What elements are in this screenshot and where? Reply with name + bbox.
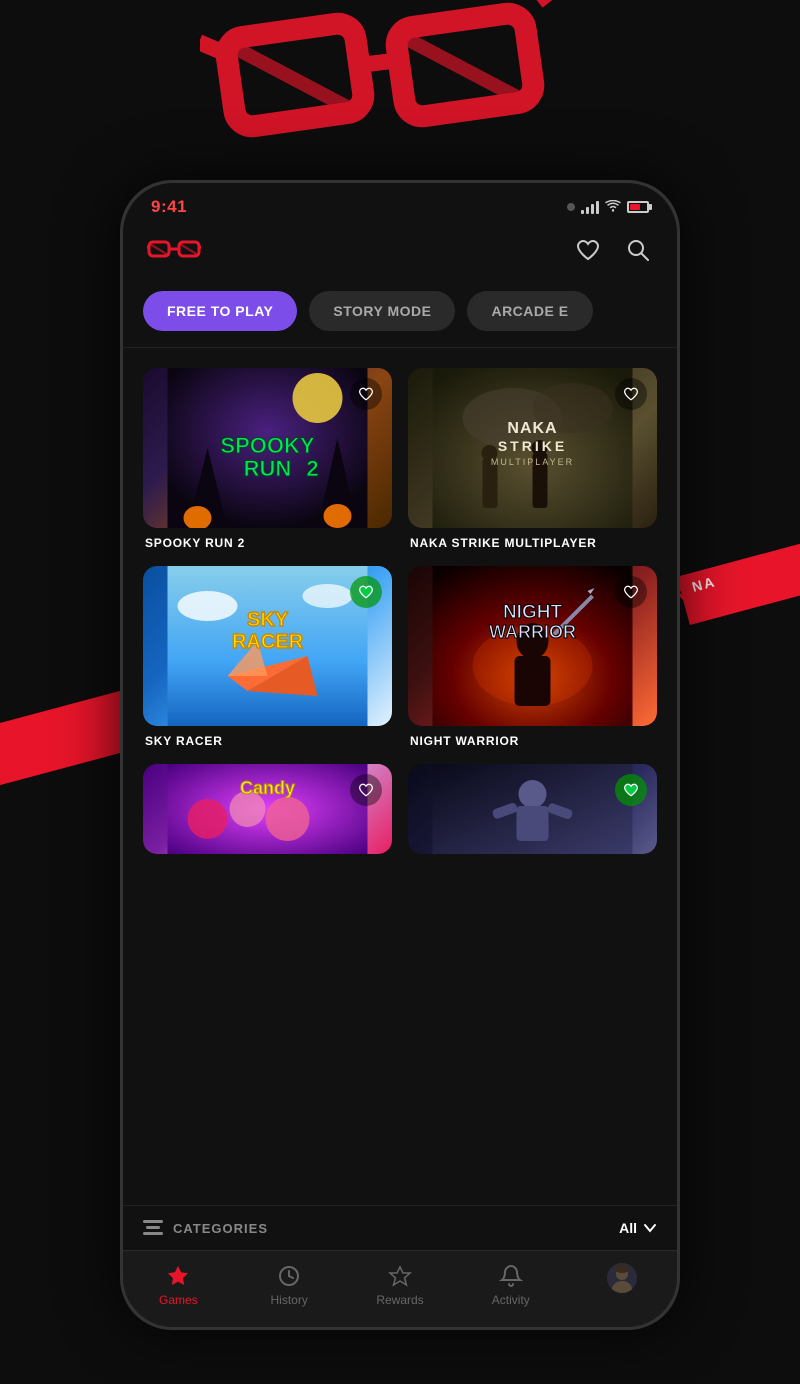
nav-item-profile[interactable]	[566, 1263, 677, 1307]
svg-text:STRIKE: STRIKE	[498, 438, 567, 454]
signal-bar-2	[586, 207, 589, 214]
logo-svg	[147, 236, 201, 264]
wifi-icon	[605, 199, 621, 215]
svg-text:NAKA: NAKA	[507, 420, 557, 437]
game-card-sky-racer[interactable]: SKY RACER SKY RACER	[143, 566, 392, 748]
game-card-candy[interactable]: Candy	[143, 764, 392, 854]
tab-arcade[interactable]: ARCADE E	[467, 291, 592, 331]
categories-label: CATEGORIES	[173, 1221, 268, 1236]
history-label: History	[271, 1293, 308, 1307]
game-thumbnail-spooky: SPOOKY RUN 2	[143, 368, 392, 528]
svg-text:MULTIPLAYER: MULTIPLAYER	[491, 457, 574, 467]
categories-icon	[143, 1220, 163, 1236]
games-row-1: SPOOKY RUN 2 SPOOKY RUN 2	[143, 368, 657, 550]
like-btn-fighter[interactable]	[615, 774, 647, 806]
rewards-icon	[387, 1263, 413, 1289]
categories-left: CATEGORIES	[143, 1220, 268, 1236]
svg-text:WARRIOR: WARRIOR	[489, 622, 576, 642]
like-btn-candy[interactable]	[350, 774, 382, 806]
signal-bar-3	[591, 204, 594, 214]
phone-screen: 9:41	[123, 183, 677, 1327]
like-btn-night[interactable]	[615, 576, 647, 608]
rewards-label: Rewards	[376, 1293, 423, 1307]
games-icon	[165, 1263, 191, 1289]
game-thumbnail-fighter	[408, 764, 657, 854]
chevron-down-icon	[643, 1223, 657, 1233]
bottom-nav: Games History	[123, 1250, 677, 1327]
game-card-naka-strike[interactable]: NAKA STRIKE MULTIPLAYER NAKA STRIKE MULT…	[408, 368, 657, 550]
game-title-sky: SKY RACER	[143, 734, 392, 748]
nav-item-games[interactable]: Games	[123, 1263, 234, 1307]
games-row-2: SKY RACER SKY RACER	[143, 566, 657, 748]
red-stripe-right-decoration: NA	[677, 525, 800, 625]
nav-item-history[interactable]: History	[234, 1263, 345, 1307]
categories-value: All	[619, 1220, 637, 1236]
nav-item-rewards[interactable]: Rewards	[345, 1263, 456, 1307]
status-time: 9:41	[151, 197, 187, 217]
status-bar: 9:41	[123, 183, 677, 225]
tab-free-to-play[interactable]: FREE TO PLAY	[143, 291, 297, 331]
phone-frame: 9:41	[120, 180, 680, 1330]
nav-item-activity[interactable]: Activity	[455, 1263, 566, 1307]
battery-icon	[627, 201, 649, 213]
category-tabs: FREE TO PLAY STORY MODE ARCADE E	[123, 281, 677, 347]
tab-story-mode[interactable]: STORY MODE	[309, 291, 455, 331]
background-wrapper: NAK NA ✳ 9:41	[0, 0, 800, 1384]
like-btn-sky[interactable]	[350, 576, 382, 608]
games-grid: SPOOKY RUN 2 SPOOKY RUN 2	[123, 348, 677, 1205]
signal-bars	[581, 201, 599, 214]
like-btn-naka[interactable]	[615, 378, 647, 410]
svg-text:2: 2	[306, 456, 318, 481]
signal-bar-1	[581, 210, 584, 214]
battery-fill	[630, 204, 640, 210]
game-thumbnail-night: NIGHT WARRIOR	[408, 566, 657, 726]
game-thumbnail-candy: Candy	[143, 764, 392, 854]
game-thumbnail-naka: NAKA STRIKE MULTIPLAYER	[408, 368, 657, 528]
game-title-night: NIGHT WARRIOR	[408, 734, 657, 748]
categories-bar: CATEGORIES All	[123, 1205, 677, 1250]
activity-label: Activity	[492, 1293, 530, 1307]
games-row-3: Candy	[143, 764, 657, 854]
svg-text:NIGHT: NIGHT	[503, 602, 563, 623]
game-card-fighter[interactable]	[408, 764, 657, 854]
svg-text:SKY: SKY	[247, 609, 289, 631]
search-button[interactable]	[623, 235, 653, 265]
game-title-spooky: SPOOKY RUN 2	[143, 536, 392, 550]
stripe-text-right: NA	[690, 573, 718, 595]
svg-text:SPOOKY: SPOOKY	[220, 433, 314, 458]
status-icons	[567, 199, 649, 215]
game-thumbnail-sky: SKY RACER	[143, 566, 392, 726]
wishlist-button[interactable]	[573, 235, 603, 265]
game-card-night-warrior[interactable]: NIGHT WARRIOR NIGHT WARRIOR	[408, 566, 657, 748]
status-dot	[567, 203, 575, 211]
categories-right-section[interactable]: All	[619, 1220, 657, 1236]
profile-avatar	[607, 1263, 637, 1293]
like-btn-spooky[interactable]	[350, 378, 382, 410]
svg-text:RUN: RUN	[244, 456, 292, 481]
app-logo	[147, 236, 201, 264]
header-icons	[573, 235, 653, 265]
svg-text:Candy: Candy	[240, 778, 295, 798]
game-title-naka: NAKA STRIKE MULTIPLAYER	[408, 536, 657, 550]
app-header	[123, 225, 677, 281]
svg-text:RACER: RACER	[232, 631, 304, 653]
activity-icon	[498, 1263, 524, 1289]
history-icon	[276, 1263, 302, 1289]
game-card-spooky-run-2[interactable]: SPOOKY RUN 2 SPOOKY RUN 2	[143, 368, 392, 550]
signal-bar-4	[596, 201, 599, 214]
games-label: Games	[159, 1293, 198, 1307]
bg-logo-decoration	[200, 0, 600, 190]
